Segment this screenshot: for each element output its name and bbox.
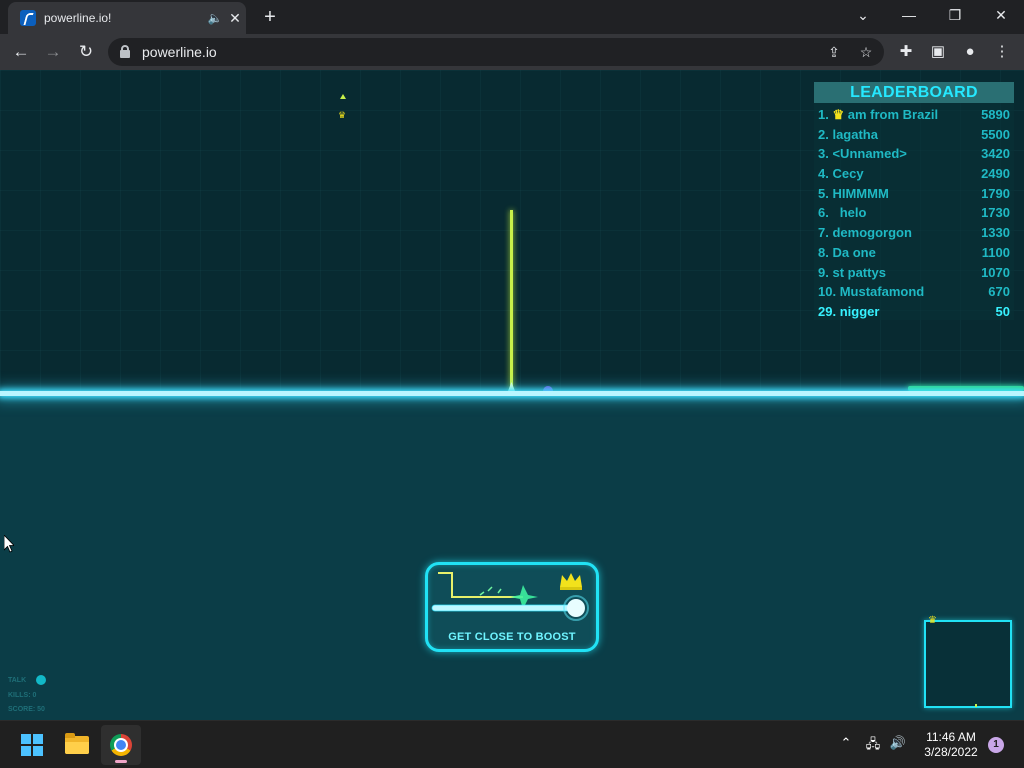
minimap: ♛ [924,616,1012,708]
leaderboard-title: LEADERBOARD [814,82,1014,103]
file-explorer-icon [65,733,89,754]
minimize-button[interactable]: — [886,4,932,28]
active-app-indicator [115,760,127,763]
network-icon[interactable]: 🖧 [863,735,883,757]
talk-toggle-icon[interactable] [36,675,47,686]
clock-date: 3/28/2022 [924,745,978,759]
leaderboard-self-row: 29. nigger 50 [818,303,1010,319]
clock-time: 11:46 AM [926,730,976,744]
system-clock[interactable]: 11:46 AM 3/28/2022 [916,730,986,760]
address-bar[interactable]: powerline.io ⇪ ☆ [108,38,884,66]
leaderboard-row: 1. ♛ am from Brazil 5890 [818,107,1010,122]
tab-close-icon[interactable]: ✕ [224,10,246,27]
talk-label: TALK [8,677,27,684]
leaderboard-row: 2. lagatha 5500 [818,126,1010,142]
kills-label: KILLS: 0 [8,691,37,699]
back-icon[interactable]: ← [9,40,33,64]
player-stats: TALK KILLS: 0 SCORE: 50 [8,674,47,718]
crown-icon: ♛ [338,110,347,120]
arena-floor [0,396,1024,720]
reload-icon[interactable]: ↻ [74,40,98,64]
chrome-taskbar-button[interactable] [101,725,141,765]
close-window-button[interactable]: ✕ [978,4,1024,28]
crown-icon [560,573,582,590]
leaderboard-row: 10. Mustafamond 670 [818,284,1010,300]
leaderboard-row: 7. demogorgon 1330 [818,225,1010,241]
start-button[interactable] [12,725,52,765]
taskbar: ⌃ 🖧 🔊 11:46 AM 3/28/2022 1 [0,720,1024,768]
browser-toolbar: ← → ↻ powerline.io ⇪ ☆ ✚ ▣ ● ⋮ [0,34,1024,70]
new-tab-button[interactable]: + [258,6,282,28]
leaderboard-row: 9. st pattys 1070 [818,264,1010,280]
boost-tutorial-text: GET CLOSE TO BOOST [448,631,576,643]
notification-badge[interactable]: 1 [988,737,1004,753]
tab-title: powerline.io! [44,11,112,25]
extensions-icon[interactable]: ✚ [894,40,918,64]
url-text[interactable]: powerline.io [142,44,217,60]
leaderboard: LEADERBOARD 1. ♛ am from Brazil 5890 2. … [814,82,1014,320]
leaderboard-row: 6. helo 1730 [818,205,1010,221]
forward-icon[interactable]: → [41,40,65,64]
leaderboard-row: 8. Da one 1100 [818,244,1010,260]
share-icon[interactable]: ⇪ [824,42,844,62]
crown-icon: ♛ [928,615,937,626]
player-snake-trail [510,210,513,392]
browser-tab[interactable]: powerline.io! 🔈 ✕ [8,2,246,34]
tab-audio-icon[interactable]: 🔈 [206,11,224,25]
restore-button[interactable]: ❐ [932,4,978,28]
leaderboard-row: 4. Cecy 2490 [818,166,1010,182]
chevron-up-icon[interactable]: ⌃ [836,735,856,751]
tab-search-chevron-icon[interactable]: ⌄ [840,4,886,28]
star-icon[interactable]: ☆ [856,42,876,62]
score-label: SCORE: 50 [8,706,45,713]
windows-icon [21,734,43,756]
menu-icon[interactable]: ⋮ [990,40,1014,64]
chrome-icon [110,734,132,756]
profile-icon[interactable]: ● [958,40,982,64]
lock-icon[interactable] [120,45,130,58]
minimap-player-marker [975,704,977,707]
powerline-favicon-icon [20,10,36,26]
file-explorer-button[interactable] [57,725,97,765]
sidepanel-icon[interactable]: ▣ [926,40,950,64]
game-canvas[interactable]: ♛ LEADERBOARD 1. ♛ am from Brazil 5890 2… [0,70,1024,720]
arena-border-line [0,391,1024,396]
crown-icon: ♛ [832,107,845,122]
boost-tutorial-card: GET CLOSE TO BOOST [425,562,599,652]
leaderboard-row: 3. <Unnamed> 3420 [818,146,1010,162]
mouse-cursor-icon [4,535,14,553]
tab-strip: powerline.io! 🔈 ✕ + ⌄ — ❐ ✕ [0,0,1024,34]
leaderboard-row: 5. HIMMMM 1790 [818,185,1010,201]
volume-icon[interactable]: 🔊 [888,735,908,751]
